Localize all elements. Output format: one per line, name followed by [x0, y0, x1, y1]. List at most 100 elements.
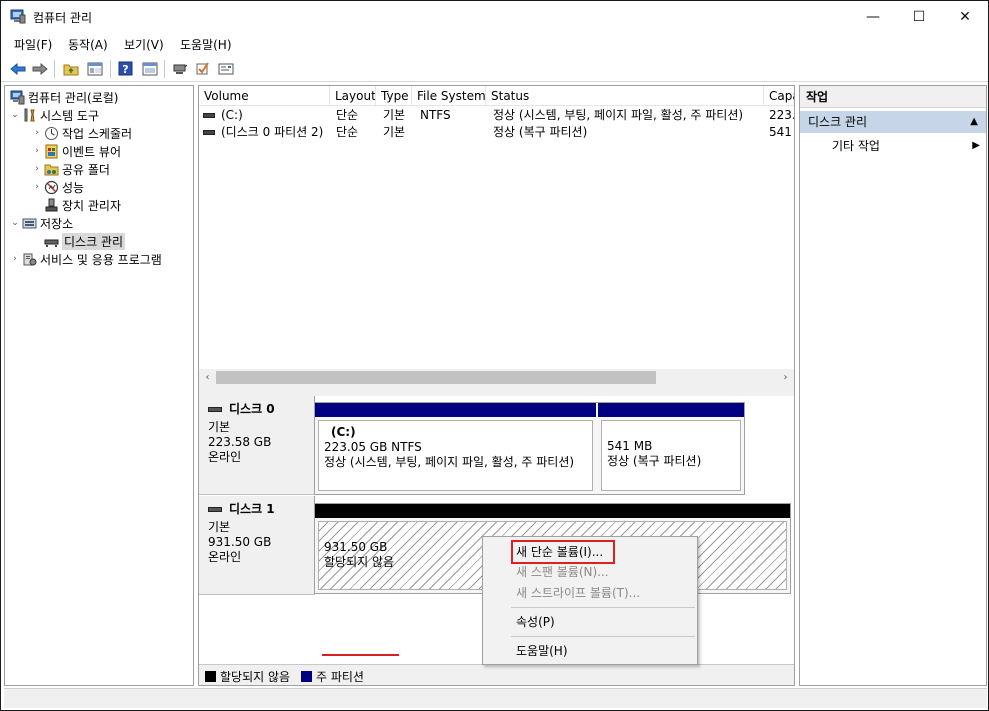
- unallocated-swatch: [205, 671, 216, 682]
- tree-item-storage[interactable]: ⌄ 저장소: [9, 214, 73, 232]
- console-icon[interactable]: [216, 59, 235, 78]
- properties-icon[interactable]: [140, 59, 159, 78]
- help-icon[interactable]: ?: [116, 59, 135, 78]
- disk-icon: [208, 507, 222, 512]
- submenu-arrow-icon: ▶: [972, 140, 980, 151]
- menu-file[interactable]: 파일(F): [14, 36, 52, 53]
- horizontal-scrollbar[interactable]: ‹ ›: [199, 369, 794, 386]
- tree-label: 공유 폴더: [62, 162, 110, 177]
- disk-kind: 기본: [208, 420, 231, 434]
- status-bar: [4, 688, 987, 708]
- column-layout[interactable]: Layout: [330, 86, 376, 106]
- chevron-right-icon[interactable]: ›: [31, 182, 43, 192]
- pane-splitter[interactable]: [199, 386, 794, 396]
- volume-list-header: Volume Layout Type File System Status Ca…: [199, 86, 794, 106]
- column-volume[interactable]: Volume: [199, 86, 330, 106]
- clock-icon: [43, 125, 59, 141]
- maximize-button[interactable]: ☐: [896, 1, 942, 32]
- primary-partition-bar: [315, 403, 596, 417]
- tree-label: 컴퓨터 관리(로컬): [28, 90, 119, 105]
- partition-status: 정상 (시스템, 부팅, 페이지 파일, 활성, 주 파티션): [324, 455, 575, 469]
- column-type[interactable]: Type: [376, 86, 412, 106]
- menu-separator: [511, 636, 695, 637]
- partition-c[interactable]: (C:) 223.05 GB NTFS 정상 (시스템, 부팅, 페이지 파일,…: [315, 403, 596, 494]
- menu-view[interactable]: 보기(V): [124, 36, 164, 53]
- chevron-right-icon[interactable]: ›: [31, 128, 43, 138]
- disk-1-label[interactable]: 디스크 1 기본 931.50 GB 온라인: [199, 496, 315, 595]
- volume-row[interactable]: (디스크 0 파티션 2) 단순 기본 정상 (복구 파티션) 541: [199, 124, 794, 141]
- back-arrow-icon[interactable]: [8, 59, 27, 78]
- close-button[interactable]: ✕: [942, 1, 988, 32]
- menu-help[interactable]: 도움말(H): [180, 36, 232, 53]
- chevron-down-icon[interactable]: ⌄: [9, 218, 21, 228]
- disk-size: 931.50 GB: [208, 535, 272, 549]
- connect-icon[interactable]: [170, 59, 189, 78]
- chevron-down-icon[interactable]: ⌄: [9, 110, 21, 120]
- volume-row[interactable]: (C:) 단순 기본 NTFS 정상 (시스템, 부팅, 페이지 파일, 활성,…: [199, 107, 794, 124]
- actions-section-label: 디스크 관리: [808, 115, 868, 129]
- actions-more-label: 기타 작업: [832, 139, 880, 153]
- performance-icon: [43, 179, 59, 195]
- check-icon[interactable]: [193, 59, 212, 78]
- services-icon: [21, 251, 37, 267]
- scroll-thumb[interactable]: [216, 371, 656, 384]
- tree-item-shared-folders[interactable]: › 공유 폴더: [31, 160, 110, 178]
- up-folder-icon[interactable]: [61, 59, 80, 78]
- column-capacity[interactable]: Capa: [764, 86, 794, 106]
- column-file-system[interactable]: File System: [412, 86, 486, 106]
- tree-item-services-applications[interactable]: › 서비스 및 응용 프로그램: [9, 250, 162, 268]
- volume-layout: 단순: [336, 108, 359, 122]
- actions-header: 작업: [800, 86, 986, 108]
- volume-type: 기본: [383, 125, 406, 139]
- tree-item-disk-management[interactable]: 디스크 관리: [43, 232, 126, 250]
- disk-size: 223.58 GB: [208, 435, 272, 449]
- volume-name: (디스크 0 파티션 2): [221, 125, 324, 139]
- menu-action[interactable]: 동작(A): [68, 36, 108, 53]
- forward-arrow-icon[interactable]: [30, 59, 49, 78]
- scroll-left-icon[interactable]: ‹: [199, 369, 216, 386]
- tree-label: 성능: [62, 180, 85, 195]
- actions-more[interactable]: 기타 작업 ▶: [800, 136, 986, 156]
- tree-item-device-manager[interactable]: 장치 관리자: [43, 196, 121, 214]
- chevron-right-icon[interactable]: ›: [31, 146, 43, 156]
- minimize-button[interactable]: —: [850, 1, 896, 32]
- toolbar: ?: [1, 56, 988, 82]
- minimize-icon: —: [866, 8, 880, 25]
- disk-state: 온라인: [208, 450, 242, 464]
- collapse-up-icon[interactable]: ▲: [970, 111, 978, 133]
- event-viewer-icon: [43, 143, 59, 159]
- partition-title: (C:): [331, 425, 356, 439]
- scroll-right-icon[interactable]: ›: [777, 369, 794, 386]
- tree-label: 시스템 도구: [40, 108, 100, 123]
- menu-new-spanned-volume[interactable]: 새 스팬 볼륨(N)...: [516, 563, 609, 581]
- computer-management-window: 컴퓨터 관리 — ☐ ✕ 파일(F) 동작(A) 보기(V) 도움말(H) ?: [0, 0, 989, 711]
- disk-name: 디스크 1: [229, 502, 275, 516]
- partition-recovery[interactable]: 541 MB 정상 (복구 파티션): [598, 403, 744, 494]
- tree-item-event-viewer[interactable]: › 이벤트 뷰어: [31, 142, 121, 160]
- tree-item-performance[interactable]: › 성능: [31, 178, 84, 196]
- volume-capacity: 223.: [769, 108, 794, 122]
- chevron-right-icon[interactable]: ›: [31, 164, 43, 174]
- title-bar: 컴퓨터 관리 — ☐ ✕: [1, 1, 988, 32]
- volume-layout: 단순: [336, 125, 359, 139]
- disk-state: 온라인: [208, 550, 242, 564]
- actions-panel: 작업 디스크 관리 ▲ 기타 작업 ▶: [799, 85, 987, 686]
- actions-section-disk-management[interactable]: 디스크 관리 ▲: [800, 111, 986, 133]
- disk-management-icon: [43, 233, 59, 249]
- show-hide-tree-icon[interactable]: [85, 59, 104, 78]
- tree-item-system-tools[interactable]: ⌄ 시스템 도구: [9, 106, 99, 124]
- menu-new-striped-volume[interactable]: 새 스트라이프 볼륨(T)...: [516, 584, 640, 602]
- drive-icon: [203, 113, 215, 118]
- menu-help-item[interactable]: 도움말(H): [516, 642, 568, 660]
- menu-new-simple-volume[interactable]: 새 단순 볼륨(I)...: [516, 543, 603, 561]
- chevron-right-icon[interactable]: ›: [9, 254, 21, 264]
- highlight-underline: [322, 654, 399, 656]
- partition-size: 223.05 GB NTFS: [324, 440, 422, 454]
- menu-properties[interactable]: 속성(P): [516, 613, 555, 631]
- disk-0-label[interactable]: 디스크 0 기본 223.58 GB 온라인: [199, 396, 315, 495]
- drive-icon: [203, 130, 215, 135]
- column-status[interactable]: Status: [486, 86, 764, 106]
- volume-name: (C:): [221, 108, 243, 122]
- tree-item-computer-management[interactable]: 컴퓨터 관리(로컬): [9, 88, 118, 106]
- tree-item-task-scheduler[interactable]: › 작업 스케줄러: [31, 124, 132, 142]
